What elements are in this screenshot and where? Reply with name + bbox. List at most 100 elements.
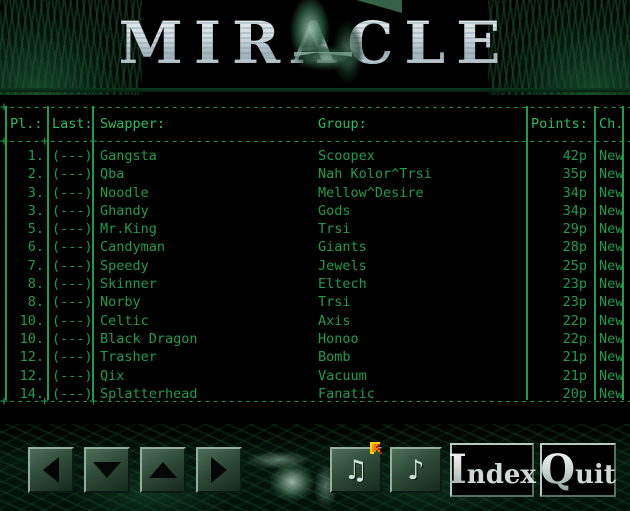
cell-points: 21p (562, 367, 587, 384)
table-row[interactable]: 1. (---) Gangsta Scoopex 42p New (0, 148, 630, 166)
cell-points: 25p (562, 257, 587, 274)
table-row[interactable]: 7. (---) Speedy Jewels 25p New (0, 258, 630, 276)
index-button-rest: ndex (466, 460, 536, 490)
cell-change: New (599, 330, 624, 347)
column-header-change: Ch. (599, 116, 624, 132)
cell-group: Trsi (318, 221, 351, 238)
cell-points: 29p (562, 221, 587, 238)
cell-last: (---) (52, 330, 93, 347)
header-banner: MIRACLE (0, 0, 630, 95)
cell-group: Bomb (318, 349, 351, 366)
table-row[interactable]: 10. (---) Black Dragon Honoo 22p New (0, 331, 630, 349)
table-row[interactable]: 14. (---) Splatterhead Fanatic 20p New (0, 386, 630, 404)
table-row[interactable]: 3. (---) Ghandy Gods 34p New (0, 203, 630, 221)
cell-swapper: Noodle (100, 184, 149, 201)
cell-change: New (599, 294, 624, 311)
cell-points: 22p (562, 330, 587, 347)
nav-scroll-up-button[interactable] (140, 447, 186, 493)
cell-change: New (599, 221, 624, 238)
creature-claw-decoration (252, 0, 402, 95)
nav-next-button[interactable] (196, 447, 242, 493)
cell-change: New (599, 257, 624, 274)
cell-last: (---) (52, 184, 93, 201)
cell-swapper: Mr.King (100, 221, 157, 238)
table-row[interactable]: 6. (---) Candyman Giants 28p New (0, 239, 630, 257)
cell-change: New (599, 312, 624, 329)
cell-rank: 12. (19, 367, 44, 384)
table-row[interactable]: 2. (---) Qba Nah Kolor^Trsi 35p New (0, 166, 630, 184)
cell-change: New (599, 202, 624, 219)
cell-last: (---) (52, 166, 93, 183)
column-header-points: Points: (531, 116, 588, 132)
cell-swapper: Trasher (100, 349, 157, 366)
cell-swapper: Qix (100, 367, 125, 384)
cell-points: 28p (562, 239, 587, 256)
cell-points: 42p (562, 148, 587, 164)
cell-swapper: Candyman (100, 239, 166, 256)
cell-swapper: Speedy (100, 257, 149, 274)
table-row[interactable]: 8. (---) Norby Trsi 23p New (0, 294, 630, 312)
cell-swapper: Ghandy (100, 202, 149, 219)
table-row[interactable]: 5. (---) Mr.King Trsi 29p New (0, 221, 630, 239)
cell-swapper: Black Dragon (100, 330, 198, 347)
cell-change: New (599, 276, 624, 293)
quit-button-initial: Q (540, 446, 576, 493)
cell-group: Scoopex (318, 148, 375, 164)
cell-change: New (599, 367, 624, 384)
cell-rank: 12. (19, 349, 44, 366)
arrow-left-icon (43, 457, 59, 483)
arrow-down-icon (93, 462, 121, 478)
cell-rank: 8. (27, 294, 44, 311)
cell-points: 21p (562, 349, 587, 366)
cell-last: (---) (52, 294, 93, 311)
cell-points: 23p (562, 276, 587, 293)
header-divider (0, 88, 630, 92)
cell-rank: 10. (19, 330, 44, 347)
table-row[interactable]: 10. (---) Celtic Axis 22p New (0, 313, 630, 331)
cell-last: (---) (52, 349, 93, 366)
cell-last: (---) (52, 221, 93, 238)
cell-rank: 7. (27, 257, 44, 274)
cell-points: 34p (562, 184, 587, 201)
music-next-button[interactable]: ♪ (390, 447, 442, 493)
quit-button[interactable]: Quit (540, 443, 616, 497)
table-top-border: +---------------------------------------… (0, 100, 630, 114)
music-previous-button[interactable]: ♫ (330, 447, 382, 493)
cell-change: New (599, 349, 624, 366)
cell-rank: 3. (27, 184, 44, 201)
table-row[interactable]: 12. (---) Trasher Bomb 21p New (0, 349, 630, 367)
music-note-icon: ♫ (343, 454, 369, 486)
cell-group: Vacuum (318, 367, 367, 384)
arrow-right-icon (211, 457, 227, 483)
quit-button-rest: uit (575, 460, 616, 490)
nav-scroll-down-button[interactable] (84, 447, 130, 493)
cell-last: (---) (52, 276, 93, 293)
cell-rank: 5. (27, 221, 44, 238)
cell-rank: 10. (19, 312, 44, 329)
cell-swapper: Skinner (100, 276, 157, 293)
cell-swapper: Gangsta (100, 148, 157, 164)
cell-group: Mellow^Desire (318, 184, 424, 201)
cell-group: Fanatic (318, 385, 375, 402)
cell-rank: 14. (19, 385, 44, 402)
cell-points: 22p (562, 312, 587, 329)
cell-points: 20p (562, 385, 587, 402)
cell-change: New (599, 148, 624, 164)
cell-last: (---) (52, 385, 93, 402)
column-header-rank: Pl.: (10, 116, 43, 132)
cell-group: Gods (318, 202, 351, 219)
cell-change: New (599, 166, 624, 183)
cell-swapper: Norby (100, 294, 141, 311)
cell-last: (---) (52, 367, 93, 384)
cell-change: New (599, 385, 624, 402)
index-button-initial: I (448, 446, 467, 493)
cell-swapper: Celtic (100, 312, 149, 329)
table-body: 1. (---) Gangsta Scoopex 42p New 2. (---) Qba Nah… (0, 148, 630, 404)
cell-change: New (599, 184, 624, 201)
table-row[interactable]: 12. (---) Qix Vacuum 21p New (0, 368, 630, 386)
nav-previous-button[interactable] (28, 447, 74, 493)
cell-group: Trsi (318, 294, 351, 311)
table-row[interactable]: 8. (---) Skinner Eltech 23p New (0, 276, 630, 294)
index-button[interactable]: Index (448, 443, 536, 497)
table-row[interactable]: 3. (---) Noodle Mellow^Desire 34p New (0, 185, 630, 203)
